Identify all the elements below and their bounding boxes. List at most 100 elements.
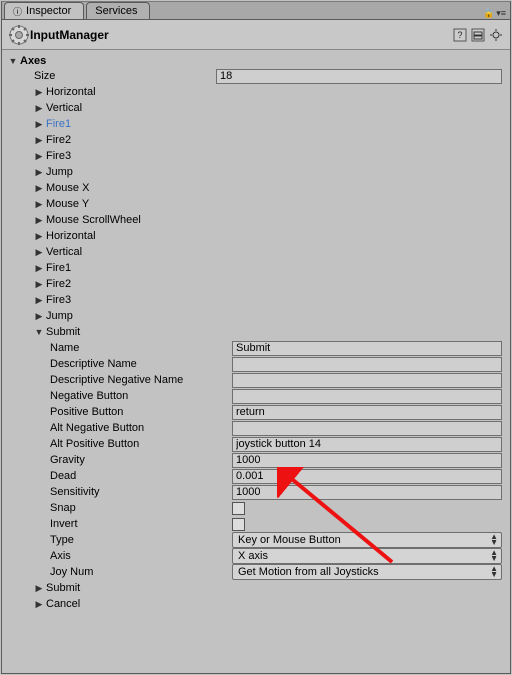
axis-item[interactable]: ▶Horizontal (18, 228, 508, 244)
field-input[interactable] (232, 421, 502, 436)
axis-item[interactable]: ▶Cancel (18, 596, 508, 612)
axis-item-label: Mouse ScrollWheel (46, 214, 141, 226)
axis-item[interactable]: ▶Jump (18, 164, 508, 180)
axis-item-label: Fire3 (46, 150, 71, 162)
field-label: Axis (34, 550, 232, 562)
field-label: Alt Negative Button (34, 422, 232, 434)
axis-item[interactable]: ▶Mouse X (18, 180, 508, 196)
lock-toggle[interactable]: 🔒 ▾≡ (479, 8, 510, 19)
field-label: Sensitivity (34, 486, 232, 498)
axis-item-label: Mouse X (46, 182, 89, 194)
axis-item-label: Fire2 (46, 278, 71, 290)
axis-item-label: Horizontal (46, 86, 96, 98)
foldout-closed-icon: ▶ (34, 151, 44, 162)
foldout-closed-icon: ▶ (34, 103, 44, 114)
axes-label: Axes (20, 55, 46, 67)
field-label: Snap (34, 502, 232, 514)
foldout-closed-icon: ▶ (34, 263, 44, 274)
gear-icon (8, 24, 30, 46)
field-label: Invert (34, 518, 232, 530)
dropdown-value: X axis (238, 550, 268, 562)
axis-item[interactable]: ▼Submit (18, 324, 508, 340)
foldout-closed-icon: ▶ (34, 215, 44, 226)
axis-item-label: Jump (46, 166, 73, 178)
foldout-closed-icon: ▶ (34, 295, 44, 306)
foldout-open-icon: ▼ (34, 327, 44, 337)
axis-item-label: Fire3 (46, 294, 71, 306)
axis-item[interactable]: ▶Submit (18, 580, 508, 596)
axis-item[interactable]: ▶Vertical (18, 244, 508, 260)
foldout-closed-icon: ▶ (34, 87, 44, 98)
field-input[interactable] (232, 437, 502, 452)
axis-item[interactable]: ▶Fire3 (18, 292, 508, 308)
axis-item-label: Vertical (46, 246, 82, 258)
axis-item-label: Fire2 (46, 134, 71, 146)
dropdown-arrows-icon: ▲▼ (490, 534, 498, 546)
axis-item-label: Vertical (46, 102, 82, 114)
foldout-closed-icon: ▶ (34, 167, 44, 178)
axis-item-label: Fire1 (46, 118, 71, 130)
field-dropdown[interactable]: Get Motion from all Joysticks ▲▼ (232, 564, 502, 580)
axis-item[interactable]: ▶Fire1 (18, 116, 508, 132)
axis-item[interactable]: ▶Fire2 (18, 276, 508, 292)
dropdown-arrows-icon: ▲▼ (490, 566, 498, 578)
field-input[interactable] (232, 389, 502, 404)
help-button[interactable]: ? (452, 27, 468, 43)
dropdown-value: Key or Mouse Button (238, 534, 341, 546)
field-input[interactable] (232, 405, 502, 420)
axes-foldout[interactable]: ▼ Axes (4, 54, 508, 68)
field-label: Joy Num (34, 566, 232, 578)
axis-item[interactable]: ▶Horizontal (18, 84, 508, 100)
component-header: InputManager ? (2, 20, 510, 50)
inspector-body: ▼ Axes Size ▶Horizontal▶Vertical▶Fire1▶F… (2, 50, 510, 673)
field-input[interactable] (232, 373, 502, 388)
field-label: Descriptive Negative Name (34, 374, 232, 386)
axis-item[interactable]: ▶Fire2 (18, 132, 508, 148)
field-input[interactable] (232, 453, 502, 468)
tab-inspector[interactable]: ⓘ Inspector (4, 2, 84, 19)
component-title: InputManager (30, 28, 452, 42)
field-label: Dead (34, 470, 232, 482)
settings-gear-icon[interactable] (488, 27, 504, 43)
field-input[interactable] (232, 485, 502, 500)
tab-services[interactable]: Services (86, 2, 150, 19)
axis-item-label: Horizontal (46, 230, 96, 242)
tab-menu-icon: ▾≡ (496, 8, 506, 19)
svg-text:?: ? (457, 30, 462, 40)
foldout-closed-icon: ▶ (34, 199, 44, 210)
field-label: Type (34, 534, 232, 546)
field-dropdown[interactable]: Key or Mouse Button ▲▼ (232, 532, 502, 548)
axis-item-label: Fire1 (46, 262, 71, 274)
field-label: Alt Positive Button (34, 438, 232, 450)
field-dropdown[interactable]: X axis ▲▼ (232, 548, 502, 564)
lock-icon: 🔒 (483, 8, 494, 19)
field-checkbox[interactable] (232, 502, 245, 515)
axis-item[interactable]: ▶Mouse Y (18, 196, 508, 212)
foldout-closed-icon: ▶ (34, 279, 44, 290)
field-input[interactable] (232, 357, 502, 372)
axis-item[interactable]: ▶Fire1 (18, 260, 508, 276)
field-label: Descriptive Name (34, 358, 232, 370)
field-checkbox[interactable] (232, 518, 245, 531)
field-label: Gravity (34, 454, 232, 466)
foldout-closed-icon: ▶ (34, 183, 44, 194)
dropdown-arrows-icon: ▲▼ (490, 550, 498, 562)
field-label: Name (34, 342, 232, 354)
axis-item-label: Jump (46, 310, 73, 322)
axis-item[interactable]: ▶Fire3 (18, 148, 508, 164)
foldout-closed-icon: ▶ (34, 135, 44, 146)
field-input[interactable] (232, 341, 502, 356)
preset-button[interactable] (470, 27, 486, 43)
axis-item[interactable]: ▶Mouse ScrollWheel (18, 212, 508, 228)
foldout-closed-icon: ▶ (34, 599, 44, 610)
axis-item[interactable]: ▶Vertical (18, 100, 508, 116)
tab-strip: ⓘ Inspector Services 🔒 ▾≡ (2, 2, 510, 20)
axis-item-label: Cancel (46, 598, 80, 610)
dropdown-value: Get Motion from all Joysticks (238, 566, 379, 578)
axis-item-label: Submit (46, 582, 80, 594)
axis-item[interactable]: ▶Jump (18, 308, 508, 324)
field-input[interactable] (232, 469, 502, 484)
foldout-closed-icon: ▶ (34, 247, 44, 258)
size-input[interactable] (216, 69, 502, 84)
axis-item-label: Submit (46, 326, 80, 338)
